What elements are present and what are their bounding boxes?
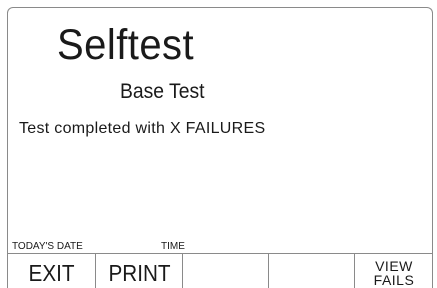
print-button[interactable]: PRINT [96, 254, 183, 288]
exit-button-label: EXIT [28, 260, 75, 286]
softkey-4-blank[interactable] [269, 254, 355, 288]
page-title: Selftest [57, 21, 195, 69]
view-fails-button-label: VIEW FAILS [374, 256, 415, 287]
status-message: Test completed with X FAILURES [19, 120, 266, 137]
selftest-screen: Selftest Base Test Test completed with X… [0, 0, 437, 288]
view-fails-line-1: VIEW [375, 257, 413, 274]
todays-date-label: TODAY'S DATE [12, 241, 83, 252]
time-label: TIME [161, 241, 185, 252]
footer-info: TODAY'S DATE TIME [12, 241, 432, 253]
softkey-bar: EXIT PRINT VIEW FAILS [8, 253, 433, 288]
test-name: Base Test [120, 80, 205, 103]
softkey-3-blank[interactable] [183, 254, 269, 288]
view-fails-button[interactable]: VIEW FAILS [355, 254, 433, 288]
view-fails-line-2: FAILS [373, 271, 415, 288]
print-button-label: PRINT [107, 260, 171, 286]
exit-button[interactable]: EXIT [8, 254, 96, 288]
